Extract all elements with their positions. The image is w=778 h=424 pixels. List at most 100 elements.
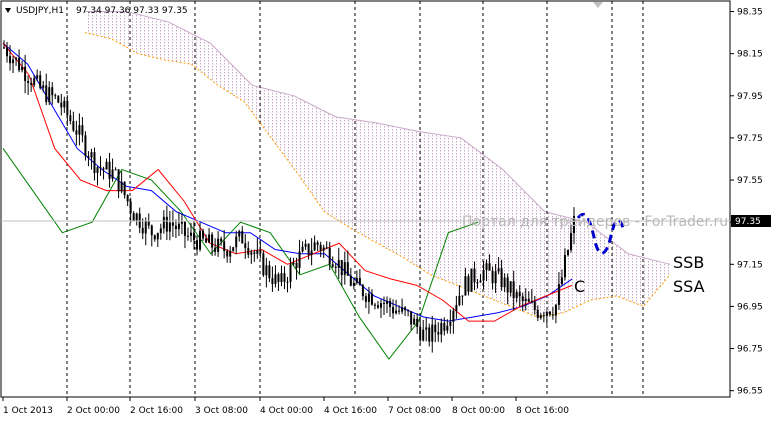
candle-body <box>168 222 171 232</box>
candle-body <box>18 57 21 71</box>
candle-body <box>162 216 165 229</box>
candle-body <box>518 292 521 297</box>
candle-body <box>512 281 515 299</box>
candle-body <box>437 332 440 335</box>
candle-body <box>36 75 39 79</box>
candle-body <box>135 213 138 221</box>
candle-body <box>361 285 364 297</box>
ohlc-values: 97.34 97.36 97.33 97.35 <box>76 6 188 16</box>
candle-body <box>132 213 135 221</box>
candle-body <box>9 56 12 64</box>
candle-body <box>434 324 437 333</box>
candle-body <box>446 325 449 331</box>
candle-body <box>159 228 162 233</box>
candle-body <box>99 167 102 169</box>
candle-body <box>428 327 431 342</box>
candle-body <box>147 221 150 226</box>
candle-body <box>497 268 500 272</box>
candle-body <box>482 269 485 281</box>
candle-body <box>253 252 256 254</box>
time-tick-label: 1 Oct 2013 <box>3 406 53 416</box>
candle-body <box>364 296 367 302</box>
candle-body <box>102 168 105 170</box>
candle-body <box>220 238 223 242</box>
candle-body <box>235 236 238 248</box>
candle-body <box>247 248 250 255</box>
candle-body <box>202 230 205 239</box>
candle-body <box>304 243 307 247</box>
candle-body <box>500 268 503 288</box>
candle-body <box>316 242 319 245</box>
candle-body <box>6 47 9 57</box>
candle-body <box>63 100 66 108</box>
candle-body <box>117 169 120 192</box>
candle-body <box>443 322 446 331</box>
candle-body <box>87 156 90 158</box>
candle-body <box>93 152 96 174</box>
candle-body <box>153 235 156 240</box>
annotation-c: C <box>574 277 585 296</box>
price-tick-label: 97.95 <box>737 92 763 102</box>
candle-body <box>298 251 301 268</box>
candle-body <box>383 303 385 305</box>
price-tick-label: 98.15 <box>737 50 763 60</box>
candle-body <box>57 96 60 103</box>
candle-body <box>301 246 304 252</box>
price-tick-label: 96.95 <box>737 302 763 312</box>
candle-body <box>545 311 548 317</box>
candle-body <box>404 307 407 311</box>
candle-body <box>66 100 69 116</box>
candle-body <box>569 233 572 251</box>
candle-body <box>277 274 280 283</box>
candle-body <box>386 301 389 304</box>
candle-body <box>367 293 370 302</box>
candle-body <box>536 309 539 318</box>
candle-body <box>84 135 87 157</box>
candle-body <box>129 201 132 214</box>
candle-body <box>96 167 99 174</box>
candle-body <box>554 304 557 316</box>
candle-body <box>171 222 174 226</box>
price-tick-label: 97.55 <box>737 176 763 186</box>
candle-body <box>27 81 30 83</box>
candle-body <box>392 307 395 314</box>
price-axis: 98.35 98.15 97.95 97.75 97.55 97.35 97.15 96.95… <box>730 8 763 397</box>
candle-body <box>488 263 491 271</box>
candle-body <box>238 231 241 237</box>
time-tick-label: 3 Oct 08:00 <box>195 406 248 416</box>
candle-body <box>449 321 452 326</box>
candle-body <box>413 318 416 325</box>
candle-body <box>410 311 413 325</box>
candle-body <box>506 277 509 293</box>
candle-body <box>226 251 229 257</box>
candle-body <box>376 305 379 308</box>
candle-body <box>268 265 271 279</box>
candle-body <box>265 265 268 276</box>
candle-body <box>395 310 398 314</box>
candle-body <box>473 268 476 283</box>
candle-body <box>319 244 322 251</box>
candle-body <box>193 232 195 241</box>
candle-body <box>12 59 15 64</box>
candle-body <box>485 263 488 270</box>
candle-body <box>196 240 199 250</box>
candle-body <box>464 276 467 296</box>
candle-body <box>211 234 214 248</box>
candle-body <box>78 125 81 135</box>
candle-body <box>283 273 286 282</box>
candle-body <box>307 243 310 256</box>
time-tick-label: 4 Oct 16:00 <box>324 406 377 416</box>
candle-body <box>292 262 295 265</box>
candle-body <box>313 242 316 251</box>
candle-body <box>111 169 114 179</box>
candle-body <box>15 57 18 60</box>
candle-body <box>325 247 328 249</box>
candle-body <box>557 284 560 305</box>
candle-body <box>515 292 518 299</box>
candle-body <box>349 275 352 286</box>
chart-window[interactable]: Портал для трейдеров - ForTrader.ru C SS… <box>0 0 778 420</box>
candle-body <box>530 301 533 303</box>
candle-body <box>416 318 419 327</box>
candle-body <box>126 195 129 202</box>
candle-body <box>470 268 473 292</box>
